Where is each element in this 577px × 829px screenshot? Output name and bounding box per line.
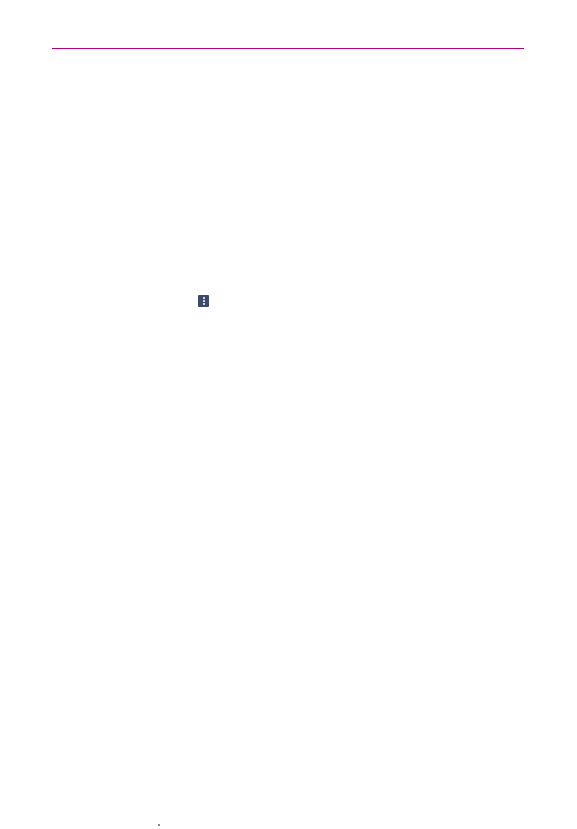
header-divider <box>52 48 524 49</box>
menu-dot <box>202 297 205 299</box>
menu-dot <box>202 303 205 305</box>
more-options-icon <box>198 295 209 307</box>
footer-mark <box>158 824 160 826</box>
menu-dot <box>202 300 205 302</box>
